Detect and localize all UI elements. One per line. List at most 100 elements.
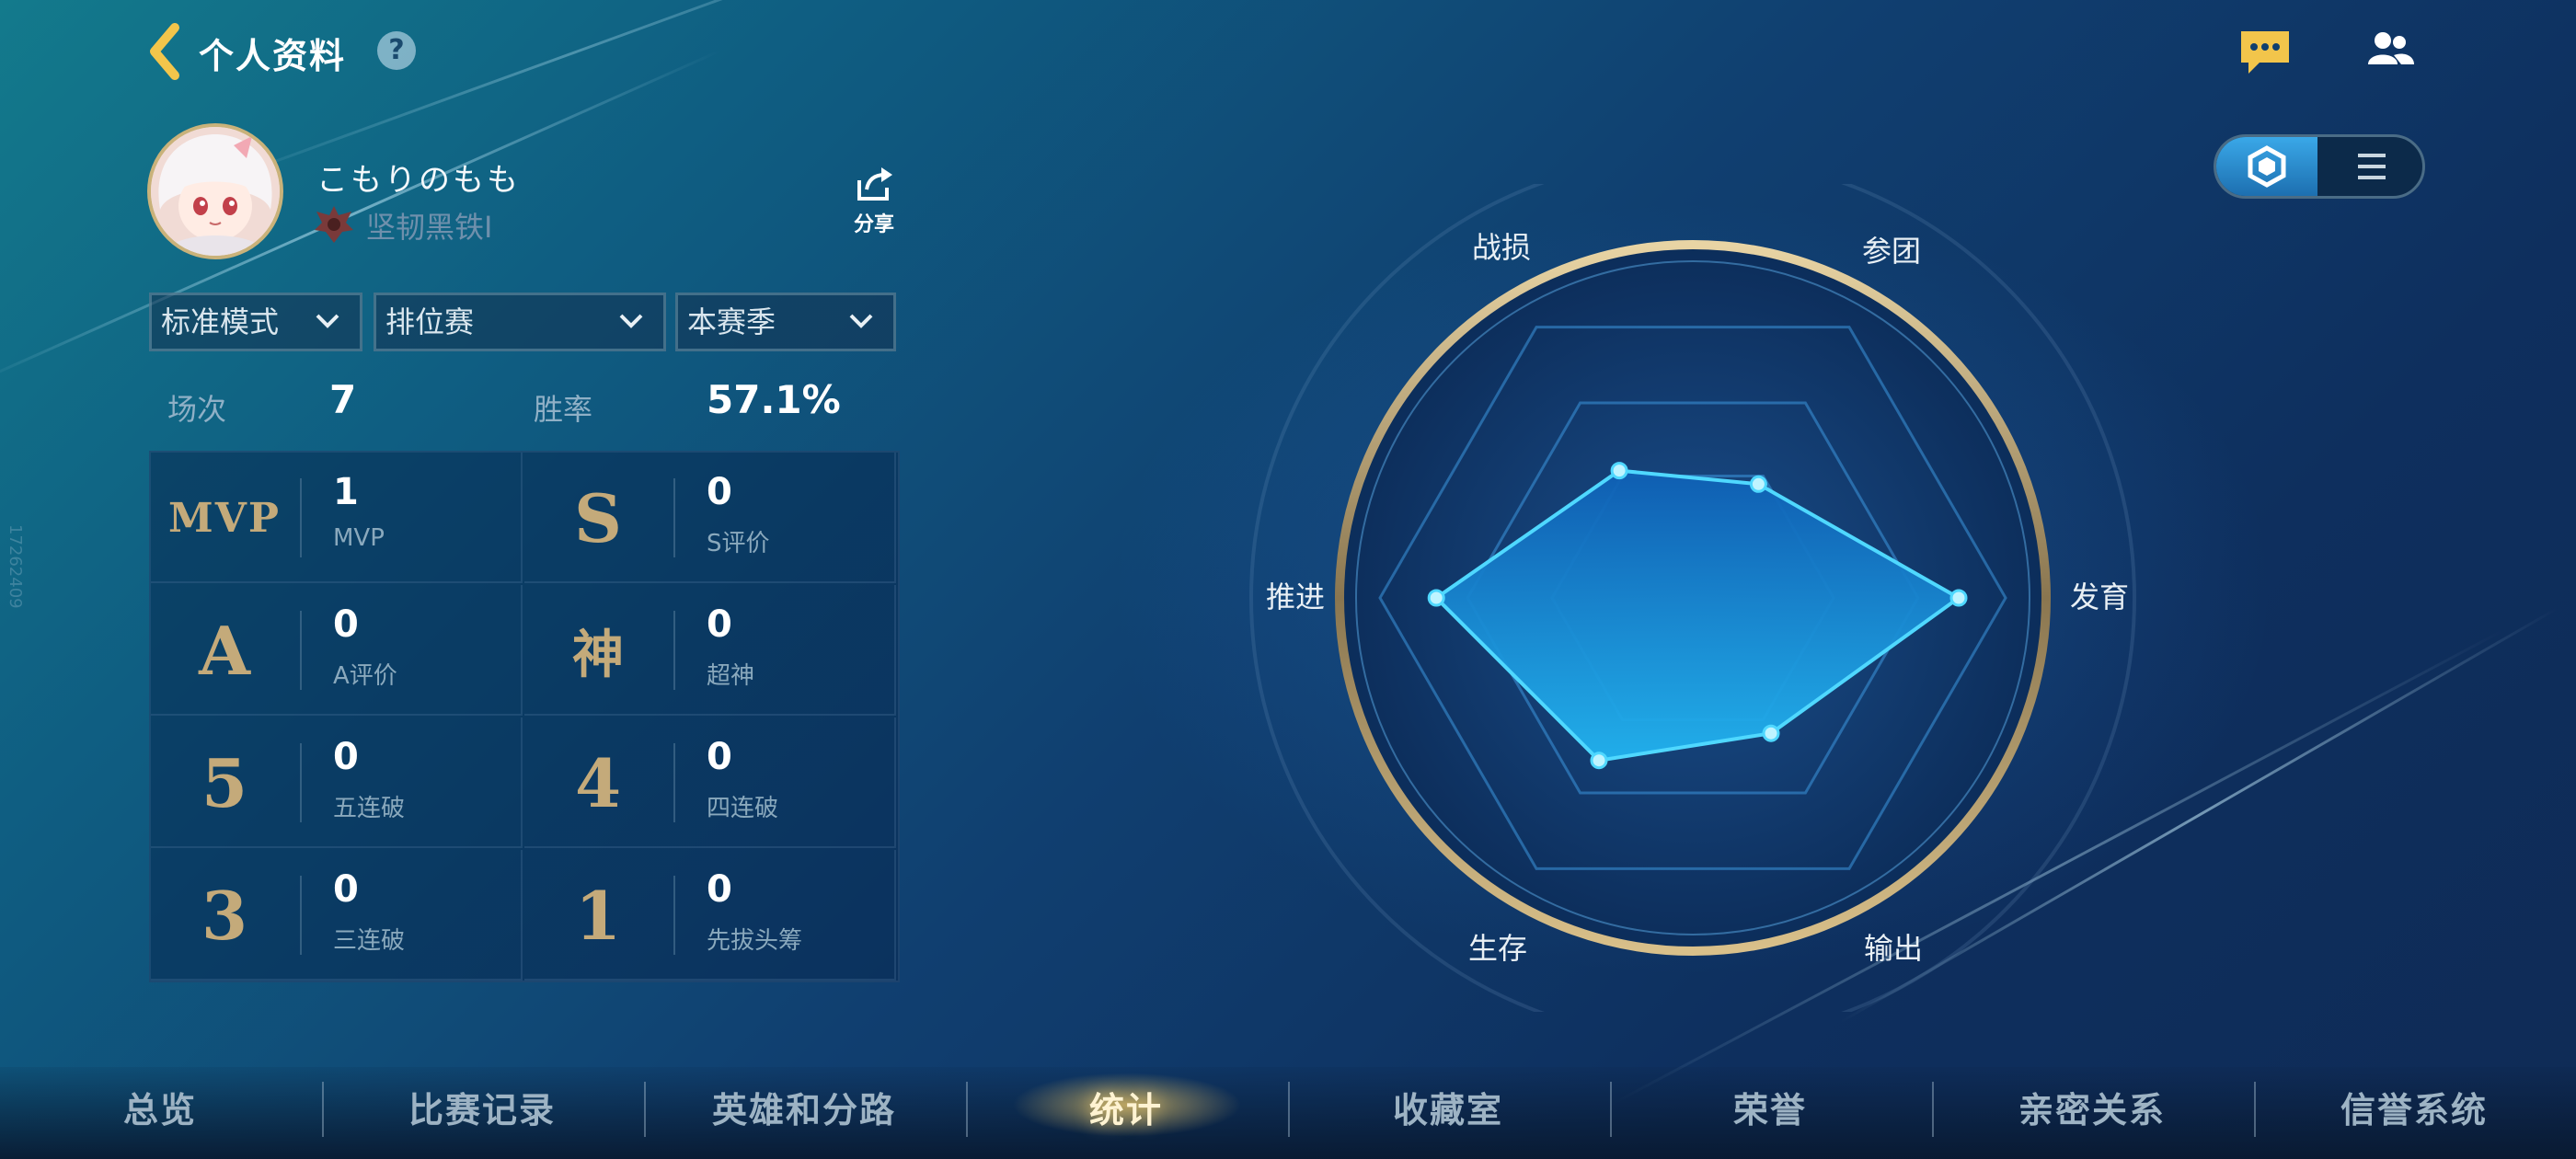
stat-label: S评价: [707, 530, 770, 557]
match-type-dropdown-label: 排位赛: [385, 304, 475, 339]
share-label: 分享: [853, 213, 894, 236]
tab-collection[interactable]: 收藏室: [1292, 1082, 1604, 1132]
stat-cell-quadra: 4 0 四连破: [524, 717, 896, 848]
axis-label-damage-taken: 战损: [1472, 230, 1532, 265]
page-title: 个人资料: [199, 36, 347, 76]
tab-honors[interactable]: 荣誉: [1614, 1082, 1926, 1132]
stat-value: 0: [707, 736, 732, 778]
s-rating-badge-icon: S: [574, 478, 622, 557]
stat-value: 0: [707, 603, 732, 646]
radar-point-1: [1610, 462, 1628, 480]
axis-label-growth: 发育: [2070, 580, 2130, 614]
radar-svg: [1249, 155, 2136, 1041]
stat-value: 0: [333, 603, 359, 646]
username: こもりのもも: [316, 162, 521, 199]
cell-divider: [673, 478, 675, 557]
stat-label: 超神: [707, 662, 755, 690]
stat-cell-a: A 0 A评价: [151, 585, 523, 716]
tab-separator: [2254, 1082, 2256, 1137]
stat-value: 0: [707, 868, 732, 911]
radar-point-4: [1762, 724, 1780, 742]
quadra-kill-badge-icon: 4: [574, 743, 622, 822]
tab-separator: [1610, 1082, 1612, 1137]
stat-value: 0: [333, 868, 359, 911]
tab-separator: [966, 1082, 968, 1137]
stat-label: MVP: [333, 524, 385, 552]
tab-statistics[interactable]: 统计: [970, 1082, 1282, 1132]
tab-separator: [644, 1082, 646, 1137]
tab-separator: [1288, 1082, 1290, 1137]
triple-kill-badge-icon: 3: [201, 876, 248, 955]
penta-kill-badge-icon: 5: [201, 743, 248, 822]
radar-point-3: [1949, 589, 1968, 607]
list-view-button[interactable]: [2319, 137, 2422, 196]
stat-value: 0: [707, 471, 732, 513]
cell-divider: [300, 743, 302, 822]
mvp-badge-icon: MVP: [168, 494, 281, 542]
chevron-down-icon: [849, 314, 873, 328]
season-dropdown[interactable]: 本赛季: [675, 293, 896, 351]
a-rating-badge-icon: A: [199, 611, 250, 690]
back-arrow-icon[interactable]: [147, 22, 184, 81]
stat-value: 0: [333, 736, 359, 778]
axis-label-damage-output: 输出: [1864, 931, 1924, 966]
list-icon: [2358, 154, 2386, 179]
cell-divider: [300, 611, 302, 690]
stat-label: 五连破: [333, 795, 406, 822]
tab-heroes-lanes[interactable]: 英雄和分路: [648, 1082, 960, 1132]
radar-view-button[interactable]: [2216, 137, 2317, 196]
winrate-value: 57.1%: [707, 377, 841, 422]
cell-divider: [673, 611, 675, 690]
tab-relationships[interactable]: 亲密关系: [1936, 1082, 2248, 1132]
stats-grid: MVP 1 MVP S 0 S评价 A 0 A评价 神 0 超神 5 0 五连破…: [149, 451, 900, 982]
axis-label-teamfight: 参团: [1862, 234, 1922, 269]
hexagon-icon: [2248, 145, 2286, 188]
radar-chart: 战损 参团 发育 输出 生存 推进: [1196, 155, 2190, 1041]
godlike-badge-icon: 神: [572, 624, 624, 685]
chevron-down-icon: [316, 314, 339, 328]
stat-cell-triple: 3 0 三连破: [151, 850, 523, 981]
mode-dropdown-label: 标准模式: [161, 304, 280, 339]
first-blood-badge-icon: 1: [574, 876, 622, 955]
cell-divider: [673, 876, 675, 955]
side-id-text: 17262409: [6, 524, 25, 609]
axis-label-push: 推进: [1266, 580, 1326, 614]
rank-badge-icon: [315, 206, 353, 243]
help-icon[interactable]: ?: [377, 31, 416, 70]
stat-cell-mvp: MVP 1 MVP: [151, 453, 523, 583]
matches-value: 7: [329, 377, 357, 422]
cell-divider: [300, 876, 302, 955]
cell-divider: [300, 478, 302, 557]
stat-cell-godlike: 神 0 超神: [524, 585, 896, 716]
rank-name: 坚韧黑铁I: [366, 210, 493, 245]
radar-point-6: [1427, 589, 1445, 607]
tab-separator: [322, 1082, 324, 1137]
stat-cell-penta: 5 0 五连破: [151, 717, 523, 848]
stat-label: 四连破: [707, 795, 779, 822]
friends-icon[interactable]: [2363, 28, 2418, 75]
chat-icon[interactable]: [2237, 28, 2293, 75]
winrate-label: 胜率: [534, 392, 593, 427]
cell-divider: [673, 743, 675, 822]
stat-label: A评价: [333, 662, 397, 690]
stat-label: 先拔头筹: [707, 927, 803, 955]
matches-label: 场次: [167, 392, 227, 427]
stat-label: 三连破: [333, 927, 406, 955]
stat-value: 1: [333, 471, 359, 513]
radar-point-2: [1749, 475, 1767, 493]
season-dropdown-label: 本赛季: [687, 304, 776, 339]
chevron-down-icon: [619, 314, 643, 328]
match-type-dropdown[interactable]: 排位赛: [374, 293, 666, 351]
radar-point-5: [1590, 752, 1608, 770]
stat-cell-s: S 0 S评价: [524, 453, 896, 583]
mode-dropdown[interactable]: 标准模式: [149, 293, 362, 351]
view-toggle[interactable]: [2214, 134, 2425, 199]
tab-separator: [1932, 1082, 1934, 1137]
tab-overview[interactable]: 总览: [4, 1082, 316, 1132]
axis-label-survival: 生存: [1468, 931, 1528, 966]
tab-credit-system[interactable]: 信誉系统: [2258, 1082, 2570, 1132]
tab-match-history[interactable]: 比赛记录: [326, 1082, 638, 1132]
avatar[interactable]: [147, 123, 283, 259]
share-button[interactable]: 分享: [846, 166, 902, 237]
share-icon: [857, 167, 892, 201]
